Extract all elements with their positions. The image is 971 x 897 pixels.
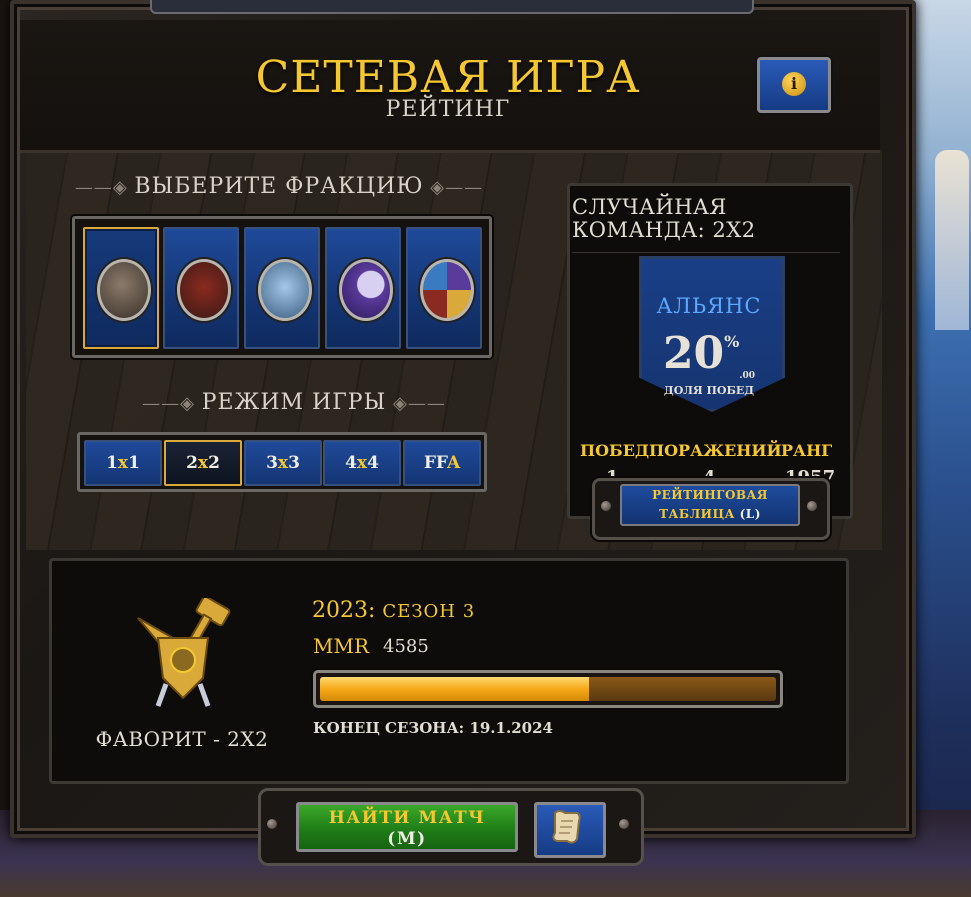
banner-faction-name: АЛЬЯНС — [656, 294, 762, 318]
info-icon: i — [782, 72, 806, 96]
ornament-left-icon: ——◈ — [142, 393, 202, 414]
divider — [572, 252, 840, 253]
win-rate-decimals: .00 — [739, 370, 756, 381]
faction-title-text: ВЫБЕРИТЕ ФРАКЦИЮ — [134, 174, 424, 199]
mode-1x1-button[interactable]: 1x1 — [84, 440, 162, 486]
win-rate-label: ДОЛЯ ПОБЕД — [663, 384, 755, 397]
wins-label: ПОБЕД — [580, 441, 650, 460]
faction-section-title: ——◈ ВЫБЕРИТЕ ФРАКЦИЮ ◈—— — [48, 174, 510, 199]
win-rate-sign: % — [724, 332, 740, 351]
progress-fill — [320, 677, 590, 701]
mode-ffa-button[interactable]: FFA — [403, 440, 481, 486]
ornament-right-icon: ◈—— — [386, 393, 446, 414]
leaderboard-line2: ТАБЛИЦА — [659, 507, 735, 521]
faction-selector — [72, 216, 492, 358]
mmr-label: MMR — [313, 634, 370, 658]
favorite-emblem-icon — [137, 598, 231, 707]
mode-ffa-x: F — [435, 453, 447, 473]
mode-1x1-a: 1 — [106, 453, 118, 473]
mode-ffa-a: F — [423, 453, 436, 473]
mode-2x2-button[interactable]: 2x2 — [164, 440, 242, 486]
favorite-mode-label: ФАВОРИТ - 2X2 — [95, 727, 269, 751]
win-rate-number: 20 — [662, 328, 725, 379]
mode-2x2-a: 2 — [186, 453, 198, 473]
mode-1x1-b: 1 — [128, 453, 140, 473]
mode-3x3-button[interactable]: 3x3 — [244, 440, 322, 486]
info-button[interactable]: i — [757, 57, 831, 113]
random-team-title-line2: КОМАНДА: 2X2 — [572, 218, 756, 242]
win-rate-value: 20% .00 — [639, 328, 779, 381]
season-number: СЕЗОН 3 — [382, 601, 476, 622]
orc-emblem-icon — [177, 259, 231, 321]
quest-log-button[interactable] — [534, 802, 606, 858]
rivet-icon — [267, 819, 277, 829]
mode-3x3-b: 3 — [288, 453, 300, 473]
season-end-date: КОНЕЦ СЕЗОНА: 19.1.2024 — [313, 719, 553, 737]
mode-4x4-x: x — [356, 453, 368, 473]
rivet-icon — [601, 501, 611, 511]
night-elf-emblem-icon — [339, 259, 393, 321]
mode-2x2-b: 2 — [208, 453, 220, 473]
faction-undead[interactable] — [244, 227, 320, 349]
mode-3x3-a: 3 — [266, 453, 278, 473]
mode-section-title: ——◈ РЕЖИМ ИГРЫ ◈—— — [112, 390, 476, 415]
find-match-button[interactable]: НАЙТИ МАТЧ (M) — [296, 802, 518, 852]
mode-2x2-x: x — [197, 453, 209, 473]
top-tab-bar — [150, 0, 754, 14]
season-title: 2023: СЕЗОН 3 — [312, 598, 475, 623]
progress-track — [320, 677, 776, 701]
mode-4x4-a: 4 — [345, 453, 357, 473]
ornament-left-icon: ——◈ — [74, 177, 135, 198]
background-tower — [935, 150, 969, 330]
scroll-icon — [552, 810, 581, 844]
mode-3x3-x: x — [277, 453, 289, 473]
rivet-icon — [619, 819, 629, 829]
mode-4x4-b: 4 — [367, 453, 379, 473]
find-match-label: НАЙТИ МАТЧ — [328, 808, 486, 828]
faction-night-elf[interactable] — [325, 227, 401, 349]
rivet-icon — [807, 501, 817, 511]
losses-label: ПОРАЖЕНИЙ — [649, 441, 782, 460]
mode-4x4-button[interactable]: 4x4 — [323, 440, 401, 486]
mmr-value: 4585 — [383, 636, 429, 657]
leaderboard-hotkey: (L) — [739, 507, 761, 521]
rank-label: РАНГ — [781, 441, 833, 460]
undead-emblem-icon — [258, 259, 312, 321]
random-emblem-icon — [420, 259, 474, 321]
random-team-title: СЛУЧАЙНАЯ КОМАНДА: 2X2 — [572, 196, 842, 242]
leaderboard-button[interactable]: РЕЙТИНГОВАЯ ТАБЛИЦА (L) — [620, 484, 800, 526]
mode-1x1-x: x — [117, 453, 129, 473]
season-year: 2023: — [312, 598, 376, 623]
leaderboard-line1: РЕЙТИНГОВАЯ — [652, 488, 768, 502]
mode-selector: 1x1 2x2 3x3 4x4 FFA — [77, 432, 487, 492]
random-team-title-line1: СЛУЧАЙНАЯ — [572, 195, 727, 219]
faction-human[interactable] — [83, 227, 159, 349]
mode-title-text: РЕЖИМ ИГРЫ — [201, 390, 387, 415]
faction-orc[interactable] — [163, 227, 239, 349]
season-progress-bar — [313, 670, 783, 708]
faction-random[interactable] — [406, 227, 482, 349]
ornament-right-icon: ◈—— — [423, 177, 484, 198]
human-emblem-icon — [97, 259, 151, 321]
mode-ffa-b: A — [446, 453, 461, 473]
find-match-hotkey: (M) — [387, 829, 427, 849]
